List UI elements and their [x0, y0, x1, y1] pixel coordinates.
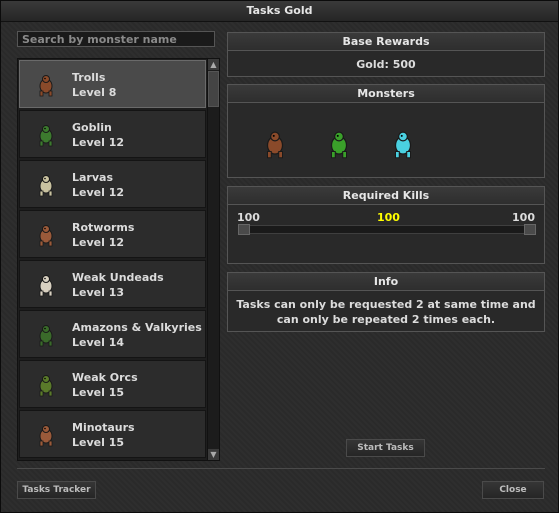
monster-name: Rotworms — [72, 221, 135, 234]
list-item[interactable]: Trolls Level 8 — [19, 60, 206, 108]
scroll-down-icon[interactable]: ▼ — [208, 449, 219, 460]
monster-level: Level 12 — [72, 236, 125, 249]
monsters-panel: Monsters — [227, 84, 545, 178]
monsters-title: Monsters — [228, 85, 544, 103]
slider-left-handle[interactable] — [238, 224, 250, 235]
monster-level: Level 15 — [72, 386, 125, 399]
start-tasks-button[interactable]: Start Tasks — [346, 439, 425, 457]
monster-name: Minotaurs — [72, 421, 135, 434]
list-scrollbar[interactable]: ▲ ▼ — [207, 59, 219, 460]
kills-slider[interactable] — [238, 224, 536, 235]
kills-max: 100 — [512, 211, 535, 224]
monster-level: Level 8 — [72, 86, 117, 99]
monster-name: Larvas — [72, 171, 113, 184]
tasks-tracker-button[interactable]: Tasks Tracker — [17, 481, 96, 499]
list-item[interactable]: Amazons & Valkyries Level 14 — [19, 310, 206, 358]
monster-level: Level 13 — [72, 286, 125, 299]
larva-icon — [34, 173, 58, 197]
monster-name: Amazons & Valkyries — [72, 321, 202, 334]
monster-level: Level 15 — [72, 436, 125, 449]
troll-icon — [34, 73, 58, 97]
required-kills-title: Required Kills — [228, 187, 544, 205]
minotaur-icon — [34, 423, 58, 447]
close-button[interactable]: Close — [482, 481, 544, 499]
info-panel: Info Tasks can only be requested 2 at sa… — [227, 272, 545, 332]
tasks-window: Tasks Gold Search by monster name Trolls… — [0, 0, 559, 513]
orc-icon — [34, 373, 58, 397]
rotworm-icon — [34, 223, 58, 247]
skeleton-icon — [34, 273, 58, 297]
scroll-up-icon[interactable]: ▲ — [208, 59, 219, 70]
base-rewards-panel: Base Rewards Gold: 500 — [227, 32, 545, 77]
footer-separator — [17, 468, 545, 469]
scroll-thumb[interactable] — [208, 71, 219, 107]
search-input[interactable]: Search by monster name — [17, 31, 215, 47]
monster-name: Weak Orcs — [72, 371, 138, 384]
amazon-icon — [34, 323, 58, 347]
info-text: Tasks can only be requested 2 at same ti… — [236, 298, 536, 326]
frost-troll-icon — [388, 129, 418, 159]
monster-level: Level 14 — [72, 336, 125, 349]
list-item[interactable]: Larvas Level 12 — [19, 160, 206, 208]
slider-right-handle[interactable] — [524, 224, 536, 235]
window-title: Tasks Gold — [1, 1, 558, 22]
list-item[interactable]: Weak Orcs Level 15 — [19, 360, 206, 408]
list-item[interactable]: Rotworms Level 12 — [19, 210, 206, 258]
troll-icon — [260, 129, 290, 159]
goblin-icon — [34, 123, 58, 147]
list-item[interactable]: Weak Undeads Level 13 — [19, 260, 206, 308]
list-item[interactable]: Minotaurs Level 15 — [19, 410, 206, 458]
monster-level: Level 12 — [72, 136, 125, 149]
monster-name: Trolls — [72, 71, 106, 84]
rewards-text: Gold: 500 — [356, 58, 416, 71]
list-item[interactable]: Goblin Level 12 — [19, 110, 206, 158]
monster-name: Weak Undeads — [72, 271, 164, 284]
base-rewards-title: Base Rewards — [228, 33, 544, 51]
info-title: Info — [228, 273, 544, 291]
monster-name: Goblin — [72, 121, 112, 134]
kills-min: 100 — [237, 211, 260, 224]
goblin-icon — [324, 129, 354, 159]
required-kills-panel: Required Kills 100 100 100 — [227, 186, 545, 264]
kills-current: 100 — [377, 211, 400, 224]
monster-list: Trolls Level 8 Goblin Level 12 Larvas Level 1… — [17, 58, 220, 461]
monster-level: Level 12 — [72, 186, 125, 199]
